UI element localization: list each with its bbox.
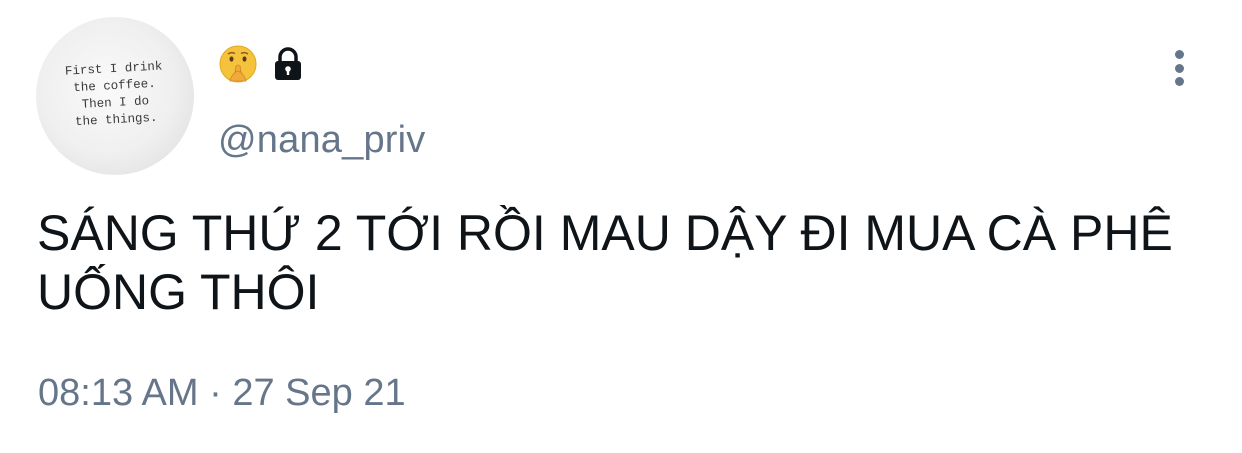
more-dot-icon [1174,50,1184,59]
tweet-timestamp[interactable]: 08:13 AM · 27 Sep 21 [38,372,406,415]
user-handle[interactable]: @nana_priv [218,119,425,162]
more-dot-icon [1174,77,1184,86]
shushing-face-icon [219,45,257,83]
more-dot-icon [1174,63,1184,73]
avatar[interactable]: First I drink the coffee. Then I do the … [36,17,194,175]
display-name[interactable] [218,44,308,84]
lock-icon [275,47,301,80]
avatar-mug-text: First I drink the coffee. Then I do the … [64,59,163,130]
more-options-button[interactable] [1164,46,1194,90]
tweet-text: SÁNG THỨ 2 TỚI RỒI MAU DẬY ĐI MUA CÀ PHÊ… [37,205,1173,320]
